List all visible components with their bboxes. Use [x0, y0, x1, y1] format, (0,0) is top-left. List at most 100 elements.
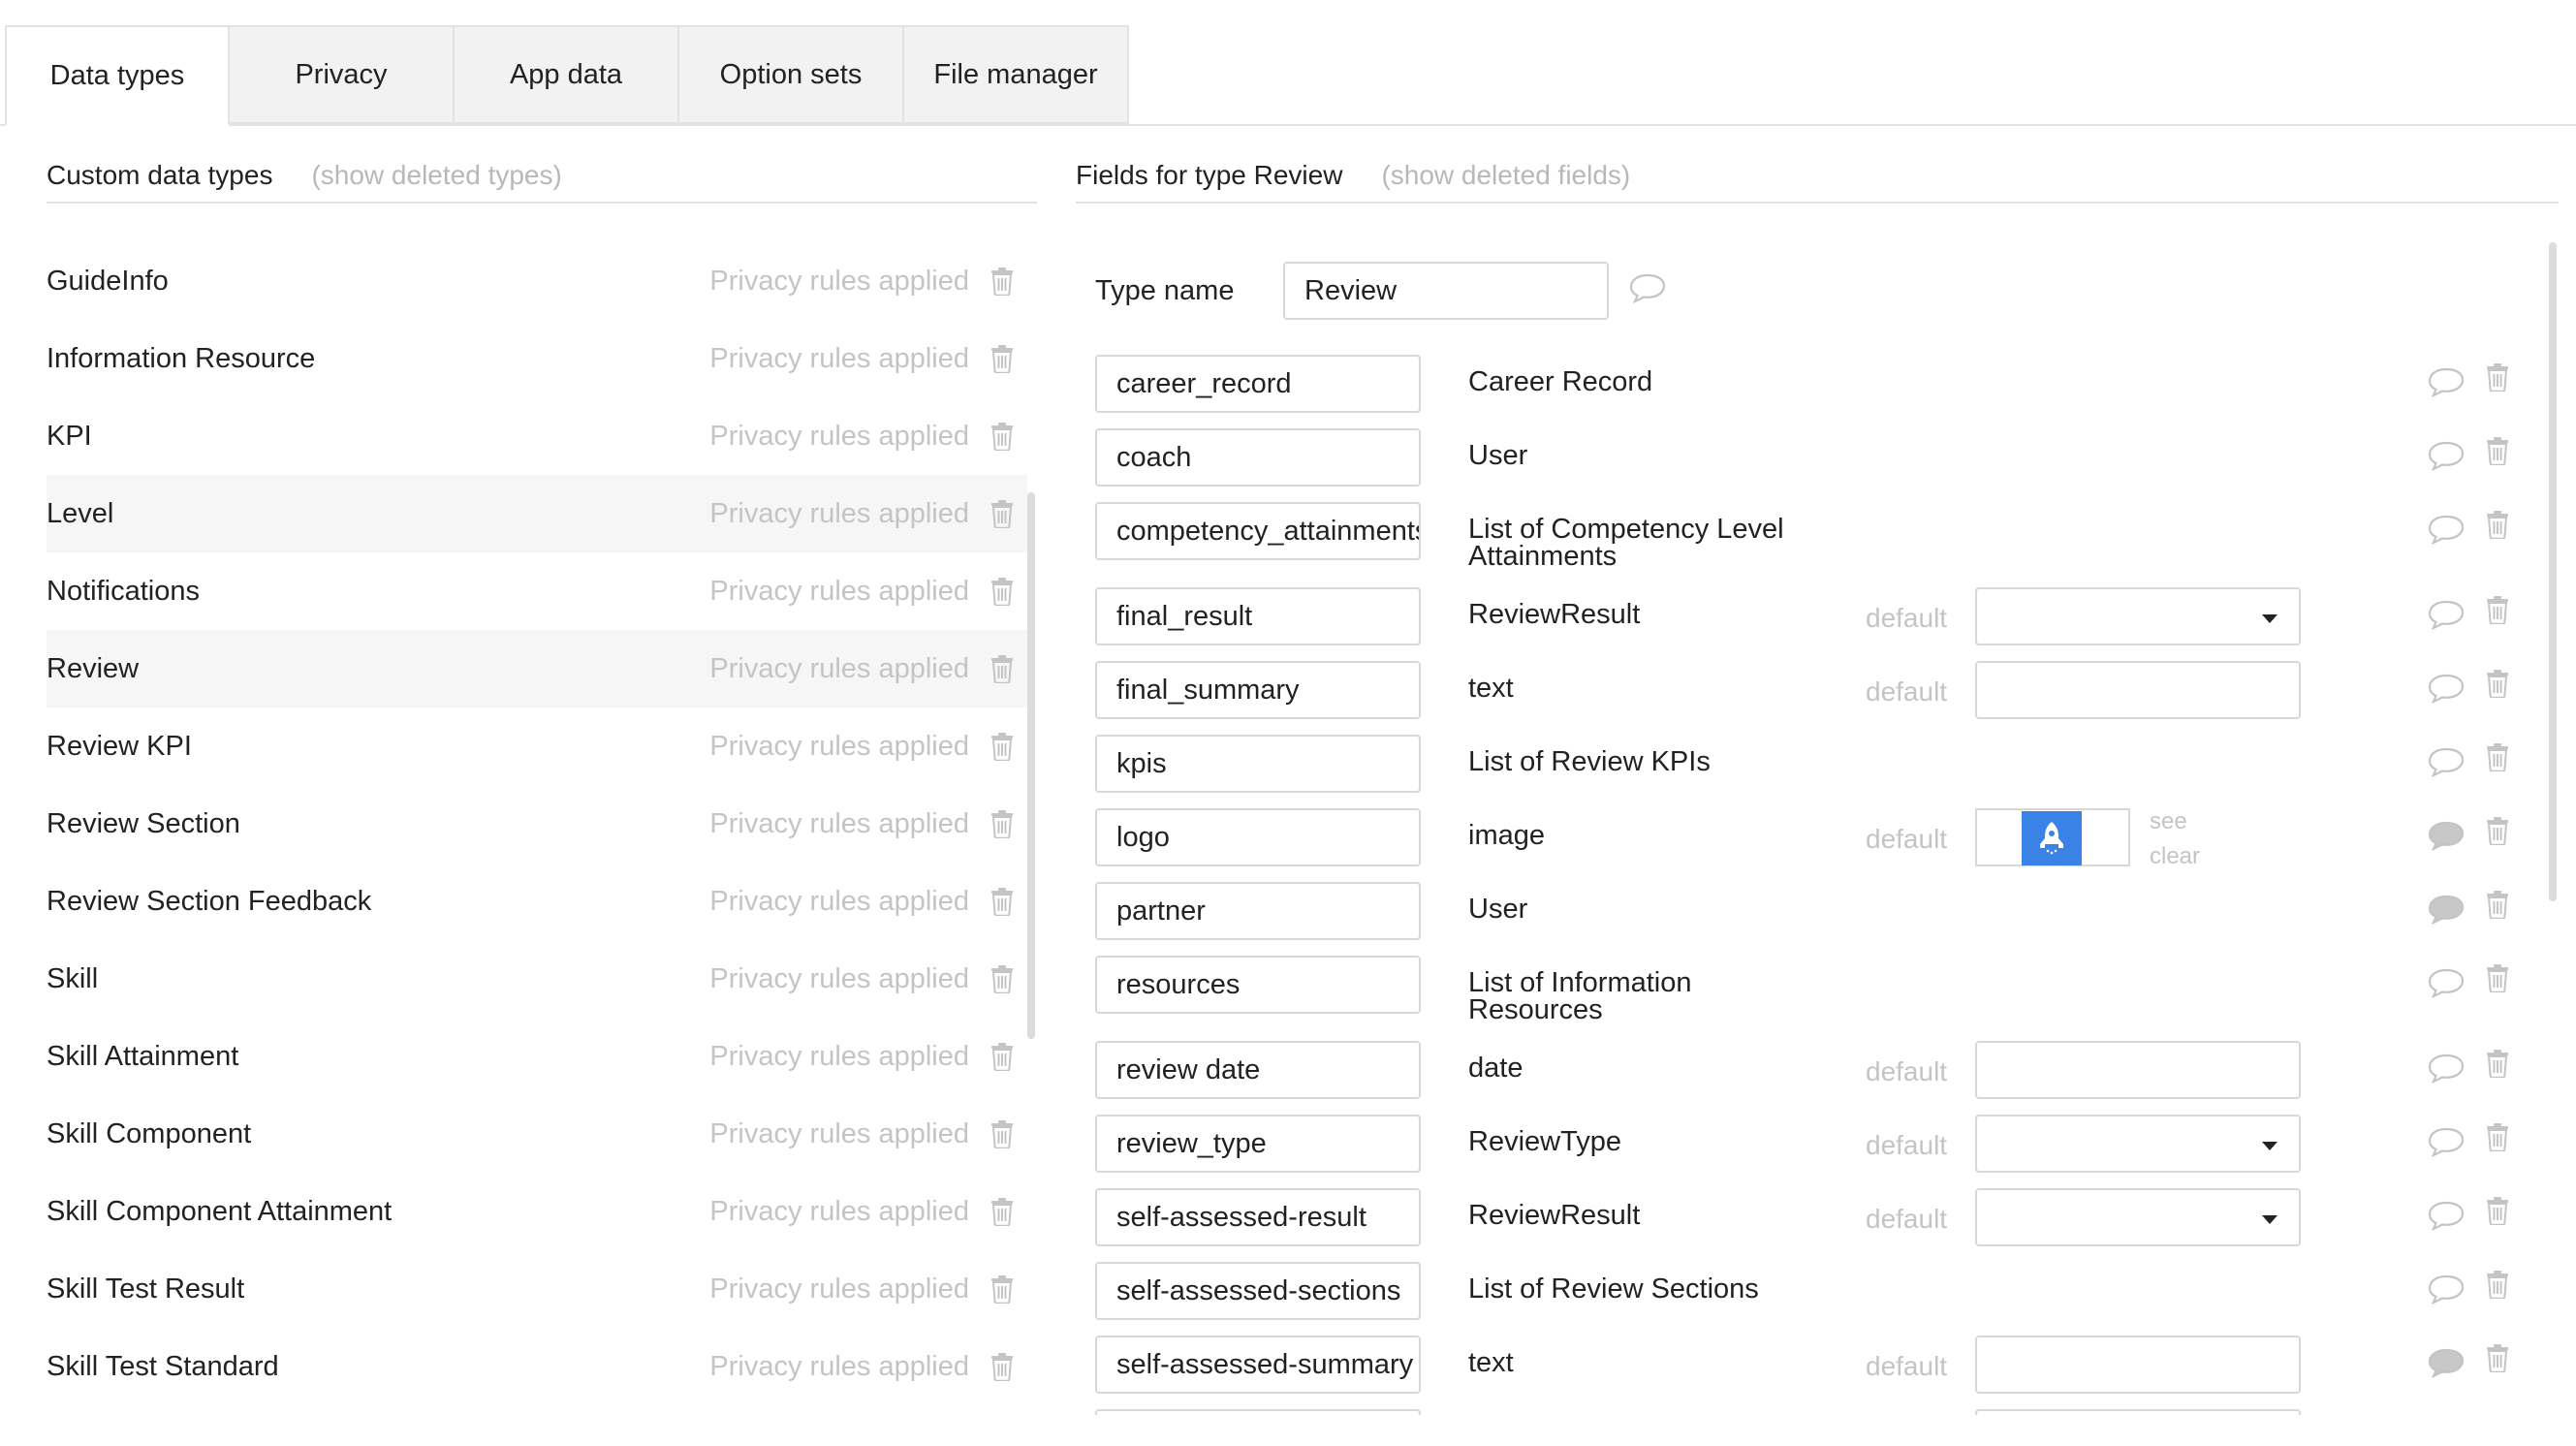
- trash-icon[interactable]: [2485, 510, 2510, 544]
- type-list-scrollbar[interactable]: [1027, 492, 1035, 1039]
- field-name-input[interactable]: kpis: [1095, 735, 1421, 793]
- tab-app-data[interactable]: App data: [455, 25, 679, 124]
- comment-icon[interactable]: [2427, 1053, 2466, 1090]
- field-name-input[interactable]: coach: [1095, 428, 1421, 487]
- trash-icon[interactable]: [989, 267, 1016, 296]
- comment-icon[interactable]: [2427, 1126, 2466, 1164]
- trash-icon[interactable]: [989, 1042, 1016, 1071]
- trash-icon[interactable]: [989, 499, 1016, 528]
- type-row[interactable]: Review Privacy rules applied: [47, 630, 1027, 707]
- tab-file-manager[interactable]: File manager: [904, 25, 1129, 124]
- field-name-input[interactable]: career_record: [1095, 355, 1421, 413]
- privacy-status[interactable]: Privacy rules applied: [709, 498, 969, 530]
- trash-icon[interactable]: [2485, 1343, 2510, 1377]
- fields-scrollbar[interactable]: [2549, 242, 2557, 901]
- tab-privacy[interactable]: Privacy: [230, 25, 455, 124]
- trash-icon[interactable]: [989, 1197, 1016, 1226]
- field-name-input[interactable]: logo: [1095, 808, 1421, 866]
- comment-icon[interactable]: [2427, 673, 2466, 710]
- field-name-input[interactable]: self-assessed-summary: [1095, 1336, 1421, 1394]
- comment-icon[interactable]: [2427, 366, 2466, 404]
- default-dropdown[interactable]: [1975, 1188, 2301, 1246]
- default-input[interactable]: [1975, 1041, 2301, 1099]
- clear-image-link[interactable]: clear: [2150, 839, 2200, 874]
- comment-icon[interactable]: [2427, 894, 2466, 931]
- field-name-input[interactable]: resources: [1095, 956, 1421, 1014]
- type-row[interactable]: GuideInfo Privacy rules applied: [47, 242, 1027, 320]
- type-row[interactable]: Information Resource Privacy rules applie…: [47, 320, 1027, 397]
- tab-data-types[interactable]: Data types: [5, 25, 230, 126]
- comment-icon[interactable]: [2427, 746, 2466, 784]
- type-row[interactable]: KPI Privacy rules applied: [47, 397, 1027, 475]
- show-deleted-fields-link[interactable]: (show deleted fields): [1381, 160, 1630, 191]
- type-row[interactable]: Skill Test Result Privacy rules applied: [47, 1250, 1027, 1328]
- trash-icon[interactable]: [2485, 595, 2510, 629]
- trash-icon[interactable]: [989, 422, 1016, 451]
- type-row[interactable]: Skill Component Privacy rules applied: [47, 1095, 1027, 1173]
- comment-icon[interactable]: [2427, 1200, 2466, 1238]
- privacy-status[interactable]: Privacy rules applied: [709, 343, 969, 375]
- type-row[interactable]: Review Section Feedback Privacy rules app…: [47, 863, 1027, 940]
- tab-option-sets[interactable]: Option sets: [679, 25, 904, 124]
- trash-icon[interactable]: [989, 344, 1016, 373]
- privacy-status[interactable]: Privacy rules applied: [709, 808, 969, 840]
- trash-icon[interactable]: [989, 1119, 1016, 1148]
- comment-icon[interactable]: [2427, 440, 2466, 478]
- trash-icon[interactable]: [2485, 669, 2510, 703]
- field-name-input[interactable]: competency_attainments: [1095, 502, 1421, 560]
- trash-icon[interactable]: [989, 1274, 1016, 1304]
- trash-icon[interactable]: [2485, 963, 2510, 997]
- comment-icon[interactable]: [2427, 1347, 2466, 1385]
- comment-icon[interactable]: [2427, 599, 2466, 637]
- privacy-status[interactable]: Privacy rules applied: [709, 1041, 969, 1073]
- trash-icon[interactable]: [2485, 742, 2510, 776]
- trash-icon[interactable]: [2485, 1196, 2510, 1230]
- show-deleted-types-link[interactable]: (show deleted types): [311, 160, 561, 191]
- default-dropdown[interactable]: [1975, 587, 2301, 645]
- default-dropdown[interactable]: [1975, 1115, 2301, 1173]
- comment-icon[interactable]: [2427, 514, 2466, 551]
- comment-icon[interactable]: [2427, 820, 2466, 858]
- privacy-status[interactable]: Privacy rules applied: [709, 963, 969, 995]
- trash-icon[interactable]: [2485, 816, 2510, 850]
- comment-icon[interactable]: [2427, 1273, 2466, 1311]
- privacy-status[interactable]: Privacy rules applied: [709, 653, 969, 685]
- comment-icon[interactable]: [1628, 272, 1667, 310]
- trash-icon[interactable]: [989, 577, 1016, 606]
- privacy-status[interactable]: Privacy rules applied: [709, 731, 969, 763]
- privacy-status[interactable]: Privacy rules applied: [709, 1196, 969, 1228]
- type-row[interactable]: Skill Privacy rules applied: [47, 940, 1027, 1018]
- type-row[interactable]: Review Section Privacy rules applied: [47, 785, 1027, 863]
- type-row[interactable]: Review KPI Privacy rules applied: [47, 707, 1027, 785]
- privacy-status[interactable]: Privacy rules applied: [709, 886, 969, 918]
- field-name-input[interactable]: final_result: [1095, 587, 1421, 645]
- trash-icon[interactable]: [989, 887, 1016, 916]
- field-name-input[interactable]: final_summary: [1095, 661, 1421, 719]
- field-name-input[interactable]: review date: [1095, 1041, 1421, 1099]
- trash-icon[interactable]: [2485, 362, 2510, 396]
- type-row[interactable]: Notifications Privacy rules applied: [47, 552, 1027, 630]
- trash-icon[interactable]: [989, 809, 1016, 838]
- privacy-status[interactable]: Privacy rules applied: [709, 1273, 969, 1305]
- type-row[interactable]: Skill Test Standard Privacy rules applied: [47, 1328, 1027, 1405]
- trash-icon[interactable]: [2485, 1122, 2510, 1156]
- field-name-input[interactable]: self-assessed-sections: [1095, 1262, 1421, 1320]
- default-input[interactable]: [1975, 661, 2301, 719]
- trash-icon[interactable]: [989, 964, 1016, 993]
- type-row[interactable]: Level Privacy rules applied: [47, 475, 1027, 552]
- trash-icon[interactable]: [2485, 1049, 2510, 1083]
- trash-icon[interactable]: [989, 732, 1016, 761]
- comment-icon[interactable]: [2427, 967, 2466, 1005]
- default-input[interactable]: [1975, 1409, 2301, 1415]
- type-name-input[interactable]: Review: [1283, 262, 1609, 320]
- trash-icon[interactable]: [2485, 890, 2510, 924]
- privacy-status[interactable]: Privacy rules applied: [709, 576, 969, 608]
- privacy-status[interactable]: Privacy rules applied: [709, 1118, 969, 1150]
- type-row[interactable]: Skill Component Attainment Privacy rules …: [47, 1173, 1027, 1250]
- trash-icon[interactable]: [989, 654, 1016, 683]
- field-name-input[interactable]: self-assessed-result: [1095, 1188, 1421, 1246]
- privacy-status[interactable]: Privacy rules applied: [709, 1351, 969, 1383]
- trash-icon[interactable]: [2485, 1270, 2510, 1304]
- default-input[interactable]: [1975, 1336, 2301, 1394]
- type-row[interactable]: Skill Attainment Privacy rules applied: [47, 1018, 1027, 1095]
